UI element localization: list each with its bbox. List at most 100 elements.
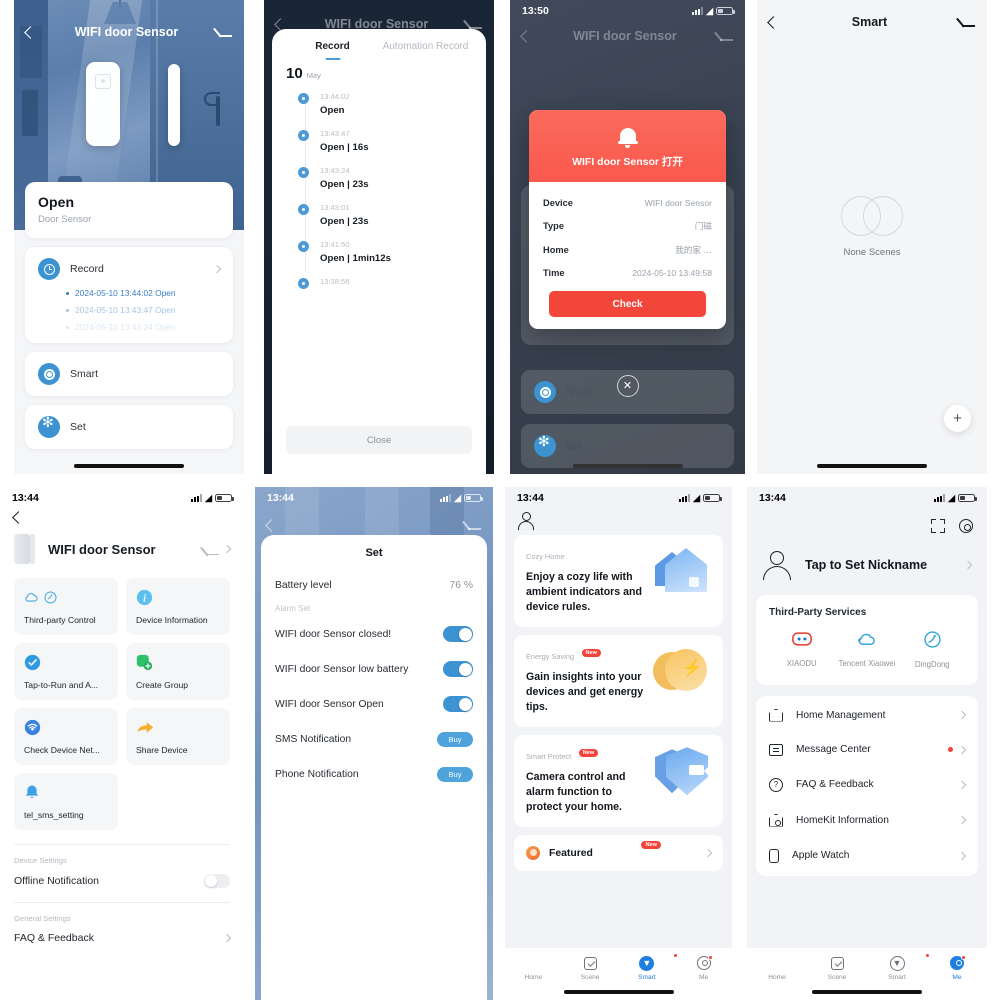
status-time: 13:44 (759, 492, 786, 504)
panel-device-settings: 13:44 ◢ WIFI door Sensor Third-party Con… (0, 487, 244, 1000)
buy-button[interactable]: Buy (437, 767, 473, 782)
table-row: Type 门磁 (543, 214, 712, 238)
tile-create-group[interactable]: Create Group (126, 643, 230, 700)
bell-icon (617, 126, 638, 148)
tab-automation-record[interactable]: Automation Record (379, 41, 472, 61)
profile-row[interactable]: Tap to Set Nickname (747, 533, 987, 580)
card-energy-saving[interactable]: Energy Saving New Gain insights into you… (514, 635, 723, 728)
status-icons: ◢ (692, 6, 735, 17)
record-card[interactable]: Record 2024-05-10 13:44:02 Open 2024-05-… (25, 247, 233, 343)
alarm-toggle[interactable] (443, 661, 473, 677)
edit-icon[interactable] (205, 544, 219, 556)
back-icon[interactable] (24, 25, 37, 39)
tab-record[interactable]: Record (286, 41, 379, 61)
featured-icon (526, 846, 540, 861)
alarm-row[interactable]: WIFI door Sensor low battery (275, 642, 473, 677)
third-party-tencent-xiaowei[interactable]: Tencent Xiaowei (834, 631, 899, 671)
card-title: Gain insights into your devices and get … (526, 671, 644, 714)
smart-card[interactable]: Smart (25, 352, 233, 396)
third-party-xiaodu[interactable]: XIAODU (769, 631, 834, 671)
alarm-modal-header: WIFI door Sensor 打开 (529, 110, 726, 182)
alarm-toggle[interactable] (443, 626, 473, 642)
check-button[interactable]: Check (549, 291, 706, 317)
edit-icon[interactable] (961, 15, 975, 29)
alarm-row[interactable]: WIFI door Sensor closed! (275, 613, 473, 642)
alarm-label: WIFI door Sensor Open (275, 698, 384, 710)
close-icon[interactable]: ✕ (616, 375, 639, 397)
edit-icon[interactable] (719, 29, 733, 43)
tab-home[interactable]: Home (505, 955, 562, 981)
tile-label: Tap-to-Run and A... (24, 680, 99, 690)
list-item: 13:38:56 (298, 277, 486, 289)
alarm-row[interactable]: WIFI door Sensor Open (275, 677, 473, 712)
tile-tap-to-run[interactable]: Tap-to-Run and A... (14, 643, 118, 700)
energy-coin-icon: ⚡ (653, 646, 711, 698)
tab-smart[interactable]: ▼ Smart (619, 953, 679, 981)
tab-label: Smart (638, 974, 656, 981)
scan-icon[interactable] (931, 519, 945, 533)
edit-icon[interactable] (218, 25, 232, 39)
sms-notification-row[interactable]: SMS Notification Buy (275, 712, 473, 747)
set-bottom-sheet: Set Battery level 76 % Alarm Set WIFI do… (261, 535, 487, 1000)
settings-tiles: Third-party Control i Device Information… (0, 564, 244, 830)
faq-row[interactable]: FAQ & Feedback (0, 923, 244, 944)
menu-label: FAQ & Feedback (796, 779, 874, 791)
new-badge: New (641, 841, 661, 850)
sheet-title: Set (365, 547, 383, 559)
row-value: 我的家 … (675, 245, 712, 255)
tab-me[interactable]: Me (675, 955, 732, 981)
menu-item-home-management[interactable]: Home Management (769, 698, 967, 733)
phone-notification-row[interactable]: Phone Notification Buy (275, 747, 473, 782)
menu-item-apple-watch[interactable]: Apple Watch (769, 838, 967, 874)
timeline-dot-icon (298, 130, 309, 141)
tile-device-information[interactable]: i Device Information (126, 578, 230, 635)
back-icon[interactable] (767, 15, 780, 29)
menu-item-homekit-information[interactable]: HomeKit Information (769, 803, 967, 838)
card-cozy-home[interactable]: Cozy Home Enjoy a cozy life with ambient… (514, 535, 723, 628)
buy-button[interactable]: Buy (437, 732, 473, 747)
tile-check-device-network[interactable]: Check Device Net... (14, 708, 118, 765)
svg-text:i: i (143, 593, 146, 604)
tile-third-party-control[interactable]: Third-party Control (14, 578, 118, 635)
person-icon[interactable] (518, 512, 534, 530)
smart-label: Smart (70, 368, 99, 380)
watch-icon (769, 848, 779, 863)
offline-notification-toggle[interactable] (204, 874, 230, 888)
tab-me[interactable]: Me (927, 955, 987, 981)
tile-share-device[interactable]: Share Device (126, 708, 230, 765)
menu-item-message-center[interactable]: Message Center (769, 733, 967, 767)
tab-scene[interactable]: Scene (562, 955, 619, 981)
device-state-title: Open (38, 194, 75, 210)
event-value: Open | 1min12s (320, 253, 391, 264)
status-icons: ◢ (440, 493, 483, 504)
tab-scene[interactable]: Scene (807, 955, 867, 981)
edit-icon[interactable] (467, 518, 481, 532)
menu-list: Home Management Message Center ? FAQ & F… (756, 695, 978, 876)
tile-tel-sms-setting[interactable]: tel_sms_setting (14, 773, 118, 830)
alarm-set-heading: Alarm Set (275, 604, 311, 613)
close-button[interactable]: Close (286, 426, 472, 454)
alarm-toggle[interactable] (443, 696, 473, 712)
tab-home[interactable]: Home (747, 955, 807, 981)
back-icon[interactable] (520, 29, 533, 43)
back-icon[interactable] (265, 518, 278, 532)
share-arrow-icon (136, 717, 220, 737)
device-header[interactable]: WIFI door Sensor (0, 522, 244, 564)
event-time: 13:44:02 (320, 92, 350, 101)
third-party-dingdong[interactable]: DingDong (900, 631, 965, 671)
tencent-cloud-icon (858, 633, 876, 645)
wifi-icon: ◢ (205, 492, 212, 503)
wifi-icon: ◢ (693, 492, 700, 503)
third-party-label: DingDong (914, 660, 950, 669)
offline-notification-row[interactable]: Offline Notification (0, 865, 244, 888)
menu-item-faq-feedback[interactable]: ? FAQ & Feedback (769, 767, 967, 803)
tab-smart[interactable]: ▼ Smart (867, 953, 930, 981)
card-smart-protect[interactable]: Smart Protect New Camera control and ala… (514, 735, 723, 828)
gear-icon[interactable] (959, 519, 973, 533)
tile-label: Create Group (136, 680, 189, 690)
table-row: Time 2024-05-10 13:49:58 (543, 262, 712, 284)
device-state-subtitle: Door Sensor (38, 214, 92, 225)
set-card[interactable]: Set (25, 405, 233, 449)
add-scene-button[interactable]: + (944, 405, 971, 432)
featured-row[interactable]: Featured New (514, 835, 723, 872)
